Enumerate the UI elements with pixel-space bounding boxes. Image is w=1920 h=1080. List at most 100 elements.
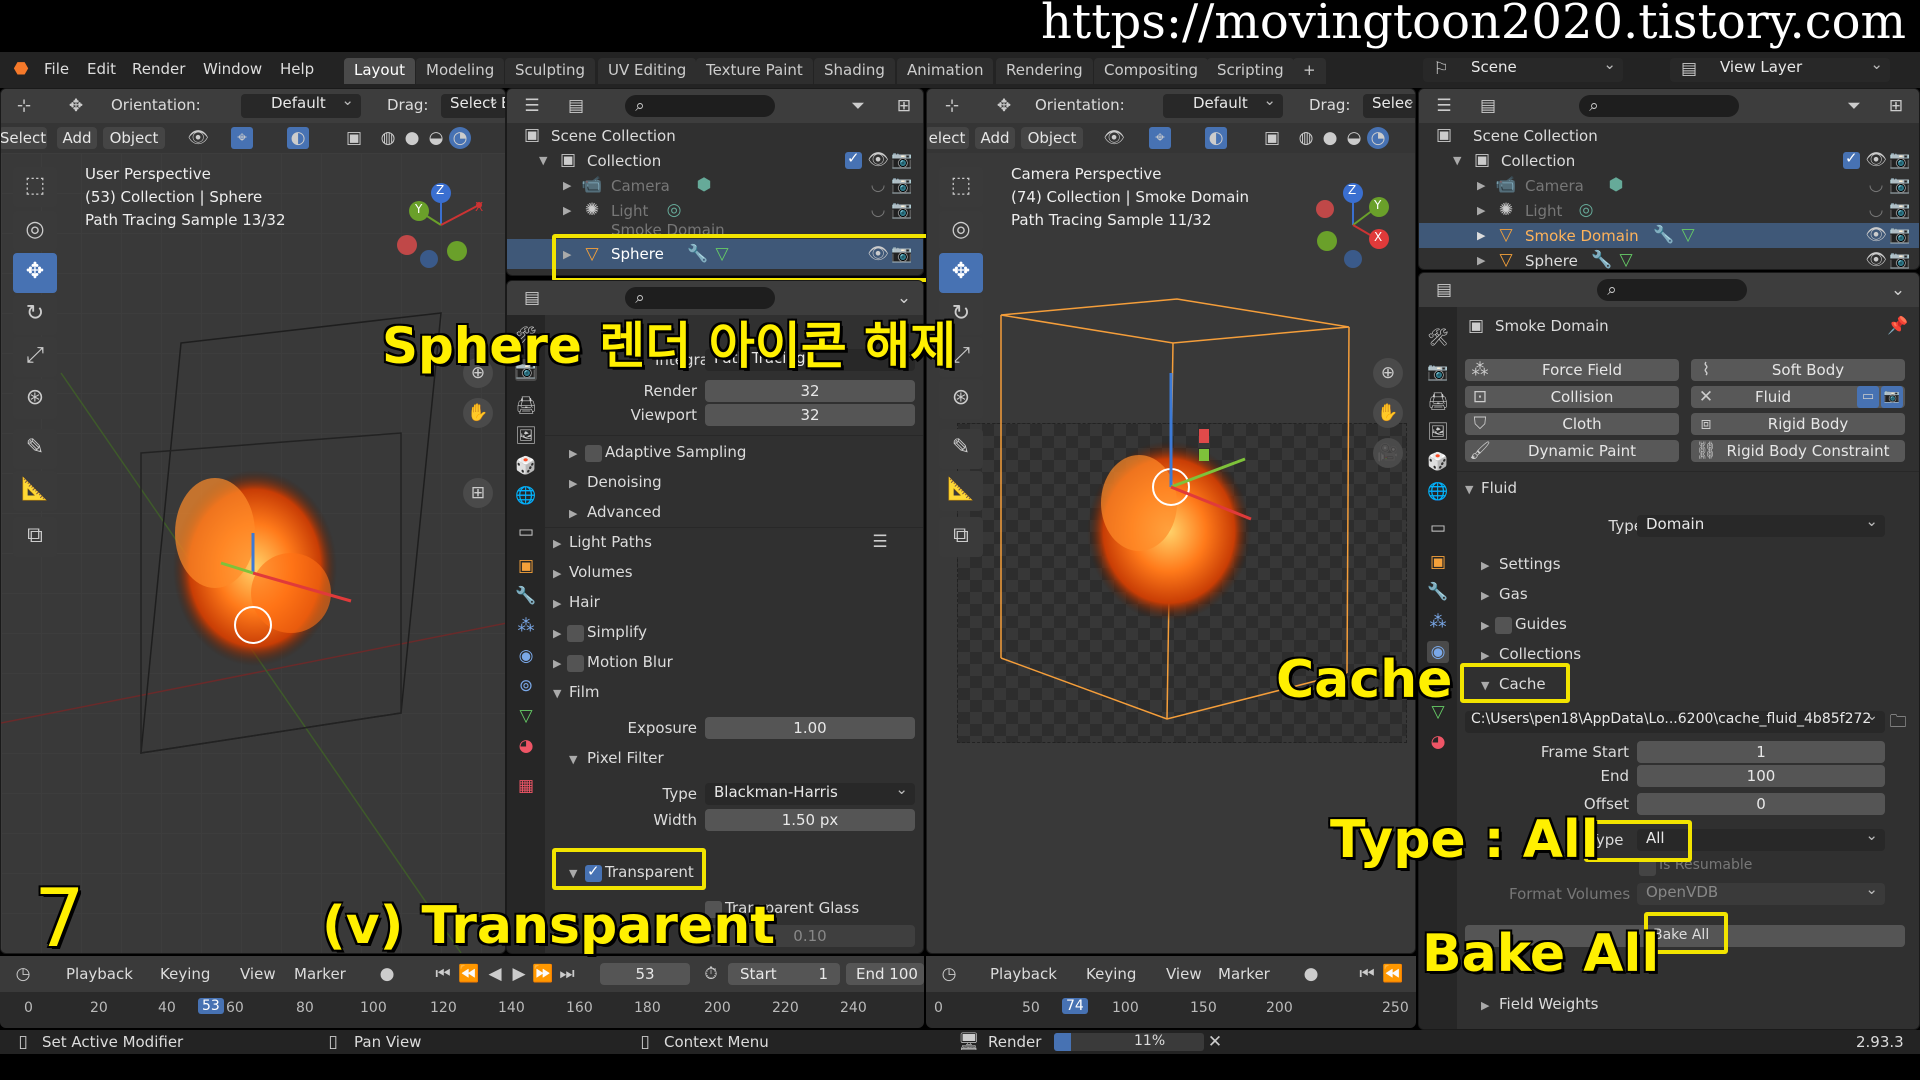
add-cube-tool[interactable]: ⧉ (13, 517, 57, 557)
expand-arrow-icon[interactable]: ▶ (1477, 204, 1485, 217)
tab-uv-editing[interactable]: UV Editing (598, 58, 697, 84)
motion-blur-label[interactable]: Motion Blur (587, 653, 673, 671)
left-timeline[interactable]: ◷ Playback Keying View Marker ● ⏮ ⏪ ◀ ▶ … (0, 956, 924, 1028)
menu-edit[interactable]: Edit (87, 60, 116, 78)
jump-start-icon[interactable]: ⏮ (432, 963, 454, 985)
fluid-render-toggle-icon[interactable]: 📷 (1881, 386, 1903, 408)
right-timeline[interactable]: ◷ Playback Keying View Marker ● ⏮ ⏪ 0 50… (926, 956, 1416, 1028)
collection-exclude-checkbox[interactable] (1843, 149, 1860, 169)
eye-hidden-icon[interactable]: ◡ (867, 199, 889, 221)
transform-gizmo-icon[interactable]: ✥ (65, 95, 87, 117)
field-weights-label[interactable]: Field Weights (1499, 995, 1598, 1013)
frame-end-field[interactable]: 100 (1637, 765, 1885, 787)
field-weights-arrow-icon[interactable]: ▶ (1481, 999, 1489, 1012)
editor-type-icon[interactable]: ⊹ (941, 95, 963, 117)
eye-hidden-icon[interactable]: ◡ (1865, 199, 1887, 221)
perspective-toggle-icon[interactable]: ⊞ (463, 478, 493, 508)
measure-tool[interactable]: 📐 (939, 471, 983, 511)
settings-arrow-icon[interactable]: ▶ (1481, 559, 1489, 572)
xray-icon[interactable]: ▣ (1261, 127, 1283, 149)
pixel-filter-label[interactable]: Pixel Filter (587, 749, 664, 767)
properties-options-icon[interactable]: ⌄ (1887, 279, 1909, 301)
cloth-button[interactable]: Cloth (1465, 413, 1679, 435)
transform-tool[interactable]: ⊛ (13, 379, 57, 419)
outliner-row-camera[interactable]: ▶ 📹 Camera ⬢ ◡ 📷 (507, 173, 923, 198)
expand-arrow-icon[interactable]: ▶ (1477, 229, 1485, 242)
select-box-tool[interactable]: ⬚ (939, 167, 983, 207)
view-menu[interactable]: View (240, 965, 276, 983)
eye-icon[interactable]: 👁 (1865, 249, 1887, 269)
outliner-row-scene-collection[interactable]: ▣ Scene Collection (507, 123, 923, 148)
pan-hand-icon[interactable]: ✋ (1373, 398, 1403, 428)
volumes-arrow-icon[interactable]: ▶ (553, 567, 561, 580)
gizmo-toggle-icon[interactable]: ⌖ (1149, 127, 1171, 149)
drag-dropdown[interactable]: Selec (1363, 94, 1415, 118)
fluid-type-dropdown[interactable]: Domain (1637, 515, 1885, 537)
select-menu[interactable]: elect (927, 127, 969, 149)
camera-render-icon[interactable]: 📷 (891, 174, 913, 196)
overlay-toggle-icon[interactable]: ◐ (1205, 127, 1227, 149)
remove-fluid-icon[interactable]: ✕ (1695, 386, 1717, 408)
drag-dropdown[interactable]: Select B (441, 94, 505, 118)
exposure-field[interactable]: 1.00 (705, 717, 915, 739)
outliner-row-collection[interactable]: ▼ ▣ Collection 👁 📷 (507, 148, 923, 173)
tool-tab-icon[interactable]: 🛠 (1427, 327, 1449, 349)
rotate-tool[interactable]: ↻ (13, 295, 57, 335)
menu-render[interactable]: Render (132, 60, 185, 78)
tab-modeling[interactable]: Modeling (416, 58, 505, 84)
camera-render-icon[interactable]: 📷 (1889, 199, 1911, 221)
offset-field[interactable]: 0 (1637, 793, 1885, 815)
hair-arrow-icon[interactable]: ▶ (553, 597, 561, 610)
cursor-tool[interactable]: ◎ (939, 211, 983, 251)
expand-arrow-icon[interactable]: ▶ (563, 204, 571, 217)
wireframe-shading-icon[interactable]: ◍ (1295, 127, 1317, 149)
keying-menu[interactable]: Keying (1086, 965, 1136, 983)
jump-prev-key-icon[interactable]: ⏪ (458, 963, 480, 985)
force-field-button[interactable]: Force Field (1465, 359, 1679, 381)
volumes-label[interactable]: Volumes (569, 563, 633, 581)
material-tab-icon[interactable]: ◕ (515, 735, 537, 757)
left-timeline-ruler[interactable]: 0 20 40 53 60 80 100 120 140 160 180 200… (0, 992, 924, 1028)
play-icon[interactable]: ▶ (508, 963, 530, 985)
view-layer-tab-icon[interactable]: 🖼 (1427, 421, 1449, 443)
object-tab-icon[interactable]: ▣ (515, 555, 537, 577)
scale-tool[interactable]: ⤢ (13, 337, 57, 377)
transform-gizmo-icon[interactable]: ✥ (993, 95, 1015, 117)
guides-arrow-icon[interactable]: ▶ (1481, 619, 1489, 632)
soft-body-button[interactable]: Soft Body (1691, 359, 1905, 381)
orientation-dropdown[interactable]: Default (241, 94, 361, 118)
filter-icon[interactable]: ⏷ (847, 95, 869, 117)
add-menu[interactable]: Add (975, 127, 1015, 149)
end-frame-field[interactable]: End 100 (846, 963, 924, 985)
output-tab-icon[interactable]: 🖨 (1427, 391, 1449, 413)
camera-render-icon[interactable]: 📷 (1889, 224, 1911, 246)
cache-directory-field[interactable]: C:\Users\pen18\AppData\Lo...6200\cache_f… (1465, 711, 1885, 733)
eye-icon[interactable]: 👁 (1865, 149, 1887, 171)
jump-prev-key-icon[interactable]: ⏪ (1382, 963, 1404, 985)
transform-tool[interactable]: ⊛ (939, 379, 983, 419)
camera-render-disabled-icon[interactable]: 📷 (1889, 249, 1911, 269)
scene-tab-icon[interactable]: 🎲 (515, 455, 537, 477)
tab-compositing[interactable]: Compositing (1094, 58, 1209, 84)
collection-tab-icon[interactable]: ▭ (1427, 517, 1449, 539)
dynamic-paint-button[interactable]: Dynamic Paint (1465, 440, 1679, 462)
gas-label[interactable]: Gas (1499, 585, 1528, 603)
view-layer-selector[interactable]: View Layer (1670, 58, 1890, 82)
overlay-toggle-icon[interactable]: ◐ (287, 127, 309, 149)
menu-help[interactable]: Help (280, 60, 314, 78)
data-tab-icon[interactable]: ▽ (515, 705, 537, 727)
expand-arrow-icon[interactable]: ▶ (563, 179, 571, 192)
playback-menu[interactable]: Playback (66, 965, 133, 983)
measure-tool[interactable]: 📐 (13, 471, 57, 511)
collection-exclude-checkbox[interactable] (845, 149, 862, 169)
cursor-tool[interactable]: ◎ (13, 211, 57, 251)
simplify-checkbox[interactable] (567, 625, 584, 642)
simplify-arrow-icon[interactable]: ▶ (553, 627, 561, 640)
modifier-tab-icon[interactable]: 🔧 (1427, 581, 1449, 603)
pixel-filter-arrow-icon[interactable]: ▼ (569, 753, 577, 766)
display-mode-icon[interactable]: ▤ (565, 95, 587, 117)
expand-arrow-icon[interactable]: ▶ (1477, 254, 1485, 267)
outliner-row-smoke-domain[interactable]: ▶ ▽ Smoke Domain 🔧 ▽ 👁 📷 (1419, 223, 1919, 248)
pin-icon[interactable]: 📌 (1887, 315, 1909, 337)
render-tab-icon[interactable]: 📷 (1427, 361, 1449, 383)
